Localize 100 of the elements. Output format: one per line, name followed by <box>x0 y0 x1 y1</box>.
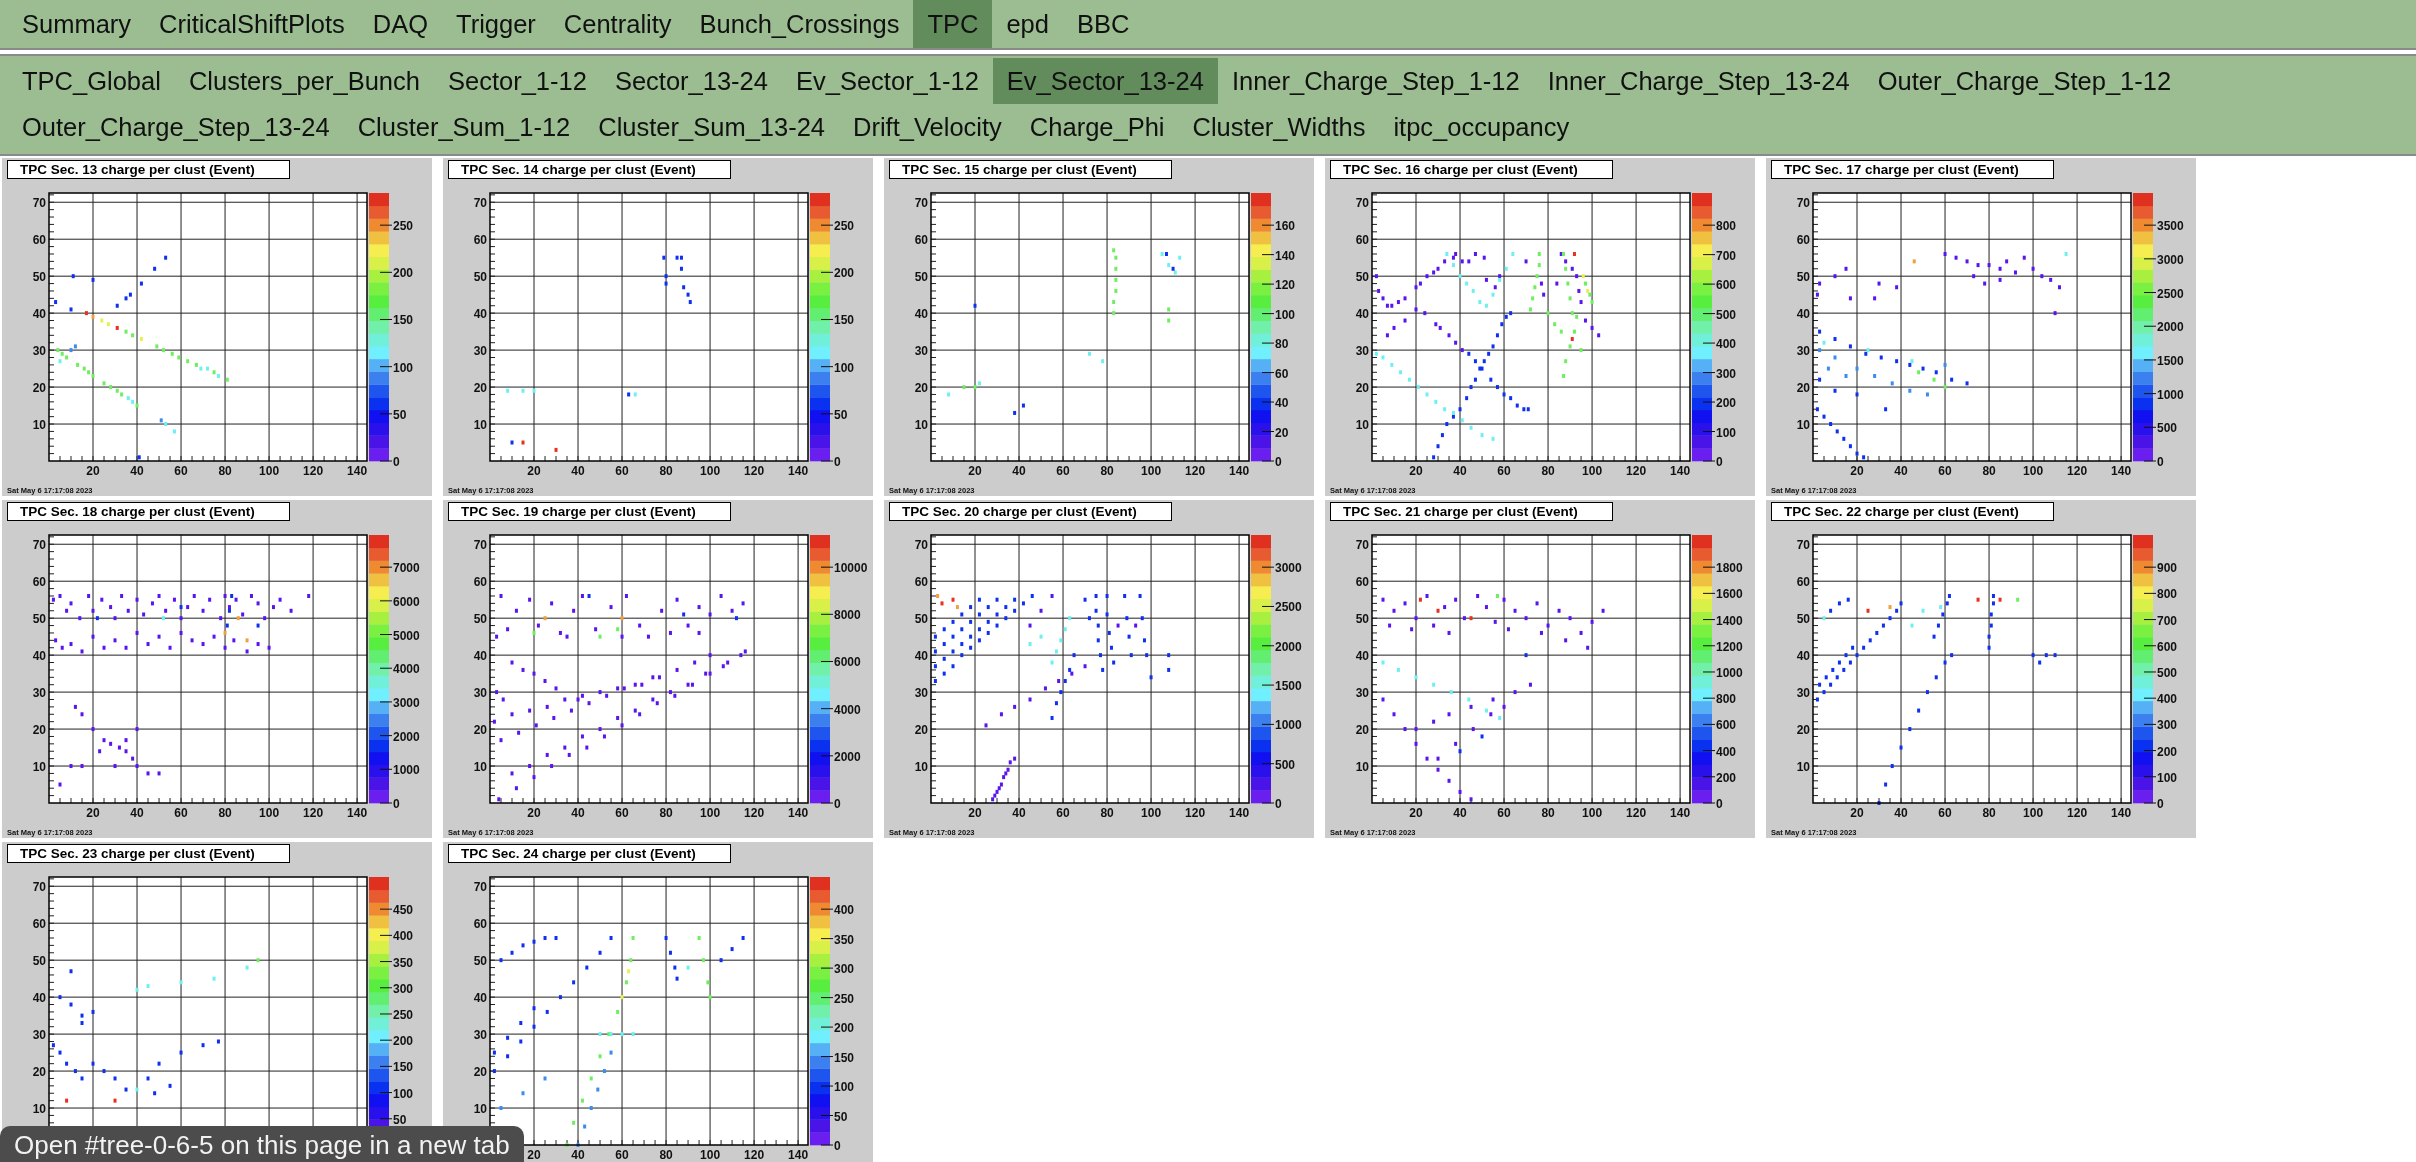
axis-tick-label: 80 <box>1982 464 1996 478</box>
axis-tick-label: 20 <box>473 723 487 738</box>
axis-tick-label: 120 <box>744 806 765 820</box>
color-scale-label: 1500 <box>1275 679 1302 694</box>
plot-title: TPC Sec. 13 charge per clust (Event) <box>7 160 290 179</box>
axis-tick-label: 140 <box>2111 464 2132 478</box>
color-scale-label: 20 <box>1275 425 1289 440</box>
color-scale-label: 1000 <box>393 763 420 778</box>
axis-tick-label: 20 <box>914 723 928 738</box>
axis-tick-label: 30 <box>1796 686 1810 701</box>
axis-tick-label: 60 <box>1355 575 1369 590</box>
axis-tick-label: 120 <box>2067 464 2088 478</box>
axis-tick-label: 140 <box>1229 464 1250 478</box>
axis-tick-label: 100 <box>700 464 721 478</box>
axis-tick-label: 70 <box>1796 196 1810 211</box>
color-scale-label: 10000 <box>834 561 868 576</box>
axis-tick-label: 50 <box>32 270 46 285</box>
color-scale-label: 800 <box>1716 219 1737 234</box>
axis-tick-label: 80 <box>659 464 673 478</box>
color-scale-label: 0 <box>393 455 400 469</box>
axis-tick-label: 60 <box>1056 464 1070 478</box>
axis-tick-label: 30 <box>32 686 46 701</box>
axis-tick-label: 60 <box>473 233 487 248</box>
color-scale-label: 150 <box>834 313 855 328</box>
axis-tick-label: 60 <box>1938 806 1952 820</box>
axis-tick-label: 40 <box>473 649 487 664</box>
plot-title: TPC Sec. 15 charge per clust (Event) <box>889 160 1172 179</box>
axis-tick-label: 70 <box>32 538 46 553</box>
color-scale-label: 50 <box>393 1112 407 1127</box>
axis-tick-label: 10 <box>473 418 487 433</box>
color-scale-label: 500 <box>2157 421 2178 436</box>
axis-tick-label: 20 <box>1850 464 1864 478</box>
axis-tick-label: 20 <box>1796 381 1810 396</box>
axis-tick-label: 80 <box>218 464 232 478</box>
axis-tick-label: 40 <box>1012 806 1026 820</box>
axis-tick-label: 20 <box>527 1148 541 1162</box>
axis-tick-label: 60 <box>1938 464 1952 478</box>
axis-tick-label: 50 <box>1796 612 1810 627</box>
color-scale-label: 3000 <box>1275 561 1302 576</box>
axis-tick-label: 40 <box>1453 464 1467 478</box>
axis-tick-label: 140 <box>347 806 368 820</box>
axis-tick-label: 40 <box>914 307 928 322</box>
axis-tick-label: 60 <box>1355 233 1369 248</box>
axis-tick-label: 40 <box>1796 649 1810 664</box>
color-scale-label: 600 <box>1716 278 1737 293</box>
color-scale-label: 200 <box>393 266 414 281</box>
axis-tick-label: 60 <box>473 575 487 590</box>
color-scale-label: 800 <box>1716 692 1737 707</box>
color-scale-label: 60 <box>1275 366 1289 381</box>
axis-tick-label: 40 <box>1355 307 1369 322</box>
axis-tick-label: 60 <box>32 233 46 248</box>
axis-tick-label: 40 <box>571 806 585 820</box>
plot-title: TPC Sec. 16 charge per clust (Event) <box>1330 160 1613 179</box>
axis-tick-label: 60 <box>914 233 928 248</box>
axis-tick-label: 60 <box>914 575 928 590</box>
color-scale-label: 250 <box>393 1008 414 1022</box>
color-scale-label: 200 <box>1716 396 1737 411</box>
axis-tick-label: 40 <box>1355 649 1369 664</box>
color-scale-label: 0 <box>1716 797 1723 811</box>
color-scale-label: 400 <box>1716 337 1737 352</box>
color-scale-label: 100 <box>834 1080 855 1095</box>
axis-tick-label: 10 <box>32 760 46 775</box>
color-scale-label: 100 <box>2157 770 2178 785</box>
axis-tick-label: 70 <box>1355 196 1369 211</box>
axis-tick-label: 20 <box>32 1065 46 1080</box>
axis-tick-label: 40 <box>1894 806 1908 820</box>
axis-tick-label: 50 <box>914 270 928 285</box>
plot-title: TPC Sec. 14 charge per clust (Event) <box>448 160 731 179</box>
axis-tick-label: 120 <box>2067 806 2088 820</box>
axis-tick-label: 100 <box>1582 806 1603 820</box>
color-scale-label: 80 <box>1275 337 1289 352</box>
color-scale-label: 400 <box>834 903 855 918</box>
color-scale-label: 2500 <box>2157 286 2184 301</box>
color-scale-label: 2000 <box>393 729 420 744</box>
axis-tick-label: 80 <box>1100 464 1114 478</box>
axis-tick-label: 120 <box>1185 464 1206 478</box>
axis-tick-label: 100 <box>2023 464 2044 478</box>
color-scale-label: 150 <box>393 313 414 328</box>
color-scale-label: 100 <box>393 1086 414 1101</box>
color-scale-label: 300 <box>2157 718 2178 733</box>
axis-tick-label: 140 <box>788 806 809 820</box>
axis-tick-label: 20 <box>1850 806 1864 820</box>
color-scale-label: 0 <box>1716 455 1723 469</box>
axis-tick-label: 60 <box>32 575 46 590</box>
axis-tick-label: 10 <box>32 418 46 433</box>
axis-tick-label: 140 <box>788 1148 809 1162</box>
color-scale-label: 4000 <box>393 662 420 677</box>
color-scale-label: 150 <box>393 1060 414 1075</box>
color-scale-label: 0 <box>834 1139 841 1153</box>
axis-tick-label: 10 <box>1796 418 1810 433</box>
color-scale-label: 50 <box>834 1109 848 1124</box>
color-scale-label: 100 <box>1716 425 1737 440</box>
color-scale-label: 0 <box>1275 797 1282 811</box>
plot-title: TPC Sec. 23 charge per clust (Event) <box>7 844 290 863</box>
color-scale-label: 0 <box>393 797 400 811</box>
color-scale-label: 2000 <box>1275 639 1302 654</box>
axis-tick-label: 70 <box>32 196 46 211</box>
axis-tick-label: 10 <box>1355 418 1369 433</box>
axis-tick-label: 30 <box>1796 344 1810 359</box>
axis-tick-label: 30 <box>473 686 487 701</box>
